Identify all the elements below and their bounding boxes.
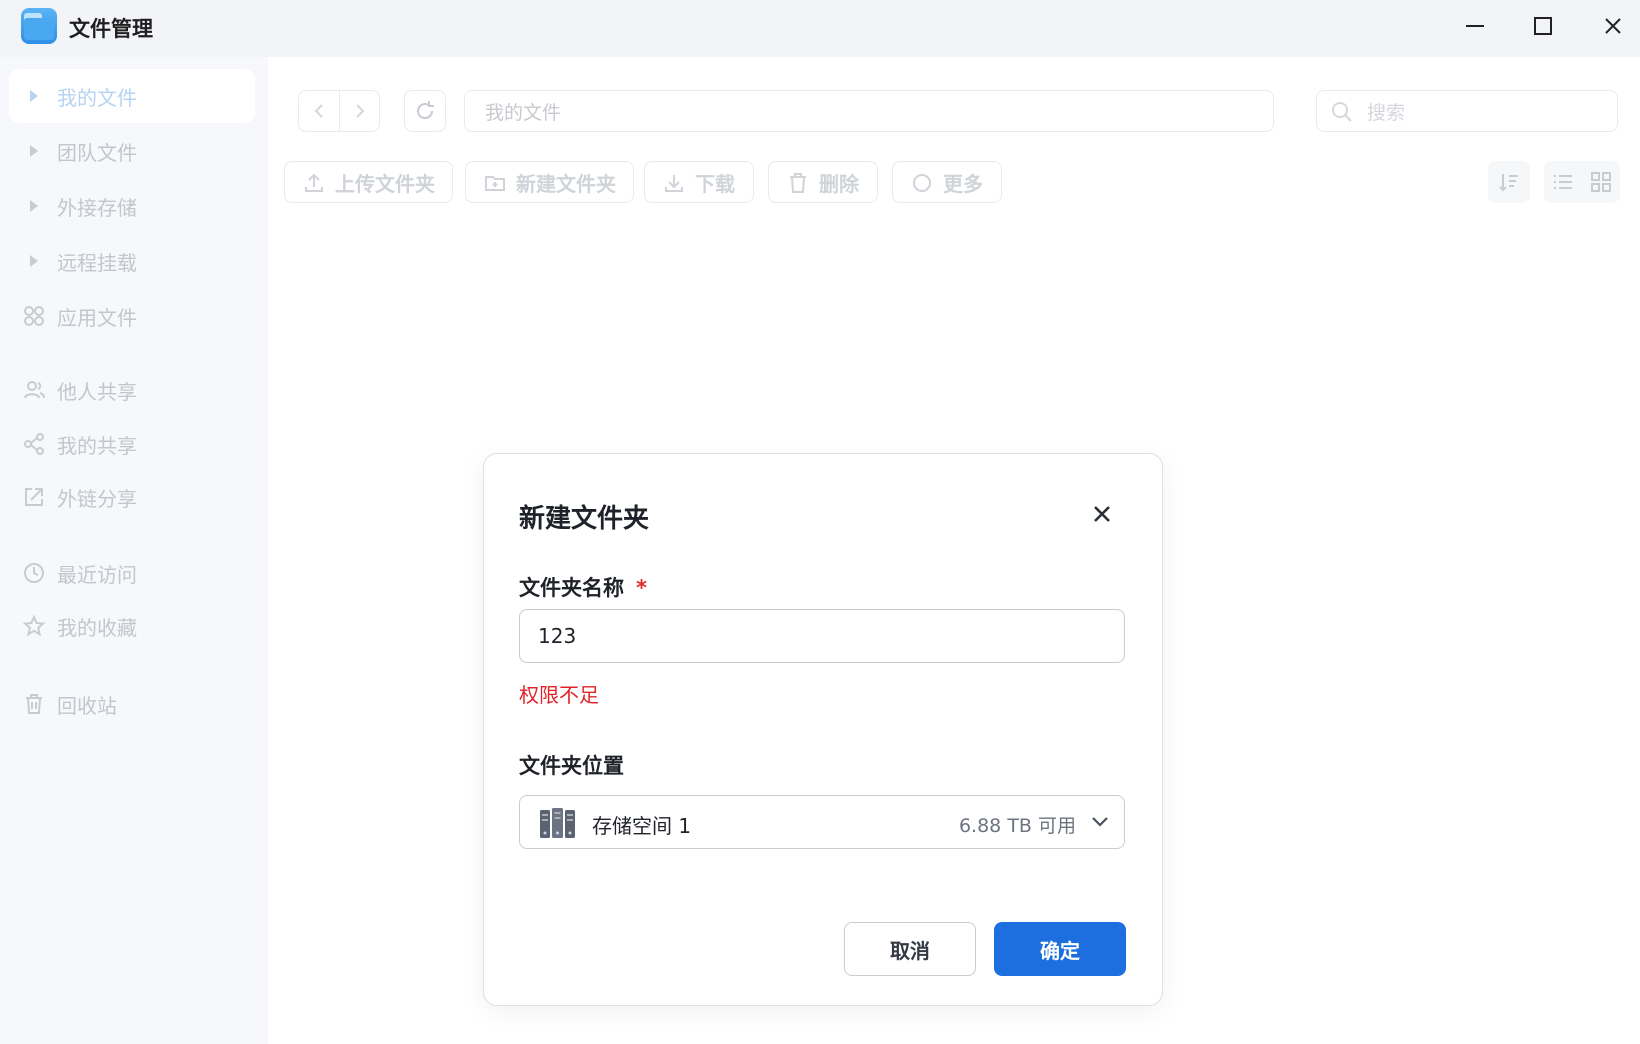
sidebar-item-label: 回收站 xyxy=(57,693,117,718)
trash-icon xyxy=(21,691,47,717)
path-text: 我的文件 xyxy=(485,101,562,124)
close-icon xyxy=(1094,506,1110,522)
window-close-button[interactable] xyxy=(1593,8,1633,44)
sidebar-item-my-files[interactable]: 我的文件 xyxy=(9,69,255,123)
sidebar-item-recent[interactable]: 最近访问 xyxy=(9,546,255,600)
required-mark: * xyxy=(636,576,647,600)
close-icon xyxy=(1605,18,1621,34)
list-view-icon[interactable] xyxy=(1552,171,1574,193)
sidebar-item-recycle-bin[interactable]: 回收站 xyxy=(9,677,255,731)
new-folder-button[interactable]: 新建文件夹 xyxy=(465,161,634,203)
title-bar: 文件管理 xyxy=(0,0,1640,57)
folder-location-label: 文件夹位置 xyxy=(519,754,624,778)
sidebar-item-link-shares[interactable]: 外链分享 xyxy=(9,470,255,524)
download-label: 下载 xyxy=(695,171,735,196)
confirm-button[interactable]: 确定 xyxy=(994,922,1126,976)
path-breadcrumb[interactable]: 我的文件 xyxy=(464,90,1274,132)
upload-folder-button[interactable]: 上传文件夹 xyxy=(284,161,453,203)
delete-button[interactable]: 删除 xyxy=(768,161,878,203)
caret-right-icon xyxy=(21,193,47,219)
sidebar-item-shared-with-me[interactable]: 他人共享 xyxy=(9,363,255,417)
external-link-icon xyxy=(21,484,47,510)
dialog-title: 新建文件夹 xyxy=(519,504,650,534)
location-free-space: 6.88 TB 可用 xyxy=(958,815,1076,837)
refresh-icon xyxy=(417,101,434,120)
forward-button[interactable] xyxy=(339,91,379,131)
sidebar-item-label: 我的收藏 xyxy=(57,615,137,640)
folder-location-select[interactable]: 存储空间 1 6.88 TB 可用 xyxy=(519,795,1125,849)
chevron-down-icon xyxy=(1092,817,1108,827)
folder-name-input[interactable] xyxy=(519,609,1125,663)
more-label: 更多 xyxy=(943,171,983,196)
maximize-button[interactable] xyxy=(1523,8,1563,44)
file-manager-window: 文件管理 我的文件 团队文件 外接存储 远程挂载 应用文件 他人共享 我的共享 … xyxy=(0,0,1640,1044)
grid-view-icon[interactable] xyxy=(1590,171,1612,193)
download-icon xyxy=(665,175,683,192)
sort-button[interactable] xyxy=(1488,161,1530,203)
sidebar-item-external-storage[interactable]: 外接存储 xyxy=(9,179,255,233)
upload-icon xyxy=(305,173,323,192)
navigation-buttons xyxy=(298,90,380,132)
trash-icon xyxy=(790,173,806,193)
clock-icon xyxy=(21,560,47,586)
chevron-left-icon xyxy=(314,104,323,118)
sidebar-item-label: 远程挂载 xyxy=(57,250,137,275)
new-folder-dialog: 新建文件夹 文件夹名称 * 权限不足 文件夹位置 xyxy=(483,453,1163,1006)
caret-right-icon xyxy=(21,138,47,164)
location-name: 存储空间 1 xyxy=(592,814,692,838)
sidebar-item-label: 应用文件 xyxy=(57,305,137,330)
sidebar-item-label: 外接存储 xyxy=(57,195,137,220)
sidebar-item-label: 他人共享 xyxy=(57,379,137,404)
storage-drive-icon xyxy=(540,808,575,838)
sidebar-item-team-files[interactable]: 团队文件 xyxy=(9,124,255,178)
sort-icon xyxy=(1499,174,1518,192)
maximize-icon xyxy=(1534,17,1552,35)
upload-folder-label: 上传文件夹 xyxy=(335,171,435,196)
search-icon xyxy=(1332,102,1352,122)
search-input[interactable]: 搜索 xyxy=(1316,90,1618,132)
error-message: 权限不足 xyxy=(519,683,599,707)
share-icon xyxy=(21,431,47,457)
minimize-icon xyxy=(1466,25,1484,27)
app-title: 文件管理 xyxy=(69,17,153,41)
more-circle-icon xyxy=(913,174,931,192)
new-folder-label: 新建文件夹 xyxy=(516,171,616,196)
sidebar-item-label: 外链分享 xyxy=(57,486,137,511)
cancel-button[interactable]: 取消 xyxy=(844,922,976,976)
apps-icon xyxy=(21,303,47,329)
chevron-right-icon xyxy=(355,104,364,118)
folder-name-label: 文件夹名称 * xyxy=(519,572,647,602)
minimize-button[interactable] xyxy=(1455,8,1495,44)
download-button[interactable]: 下载 xyxy=(644,161,754,203)
back-button[interactable] xyxy=(299,91,339,131)
sidebar-item-app-files[interactable]: 应用文件 xyxy=(9,289,255,343)
caret-right-icon xyxy=(21,248,47,274)
caret-right-icon xyxy=(21,83,47,109)
folder-name-label-text: 文件夹名称 xyxy=(519,576,624,600)
folder-app-icon xyxy=(21,8,57,44)
folder-plus-icon xyxy=(485,176,505,191)
sidebar-item-favorites[interactable]: 我的收藏 xyxy=(9,599,255,653)
view-toggle xyxy=(1544,161,1620,203)
search-placeholder: 搜索 xyxy=(1367,101,1406,124)
sidebar-item-label: 最近访问 xyxy=(57,562,137,587)
dialog-close-button[interactable] xyxy=(1084,496,1120,532)
delete-label: 删除 xyxy=(819,171,859,196)
refresh-button[interactable] xyxy=(404,90,446,132)
users-icon xyxy=(21,377,47,403)
star-icon xyxy=(21,613,47,639)
more-button[interactable]: 更多 xyxy=(892,161,1002,203)
sidebar-item-label: 我的文件 xyxy=(57,85,137,110)
sidebar: 我的文件 团队文件 外接存储 远程挂载 应用文件 他人共享 我的共享 外链分享 … xyxy=(0,57,268,1044)
sidebar-item-my-shares[interactable]: 我的共享 xyxy=(9,417,255,471)
sidebar-item-label: 我的共享 xyxy=(57,433,137,458)
sidebar-item-label: 团队文件 xyxy=(57,140,137,165)
sidebar-item-remote-mount[interactable]: 远程挂载 xyxy=(9,234,255,288)
